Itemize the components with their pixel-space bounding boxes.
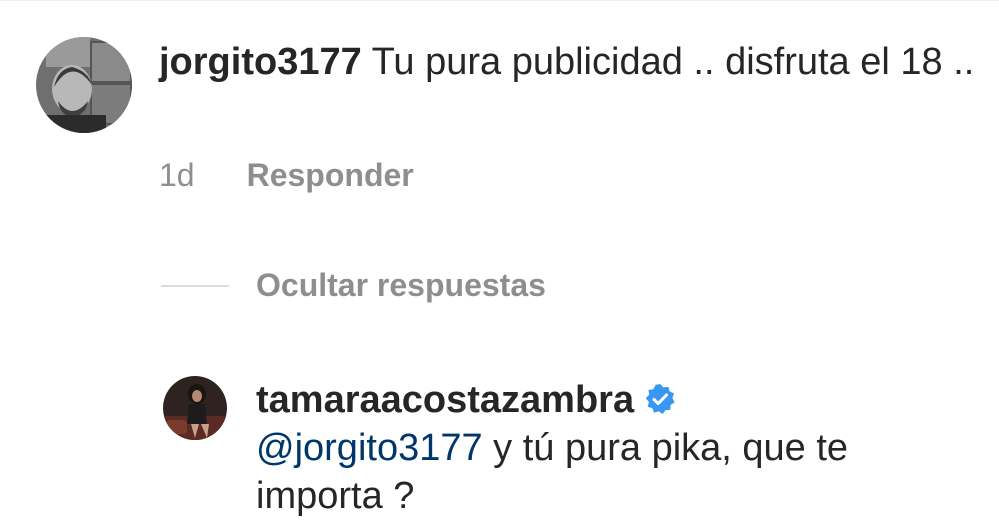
reply-button[interactable]: Responder <box>247 157 414 194</box>
hide-replies-label: Ocultar respuestas <box>256 267 546 303</box>
replies-divider <box>161 284 229 287</box>
top-divider <box>0 0 999 1</box>
avatar[interactable] <box>36 37 132 133</box>
comment-timestamp: 1d <box>159 157 195 193</box>
mention-link[interactable]: @jorgito3177 <box>256 427 483 469</box>
comment-username[interactable]: jorgito3177 <box>159 41 362 83</box>
reply-text: tamaraacostazambra @jorgito3177 y tú pur… <box>256 376 976 520</box>
hide-replies-button[interactable]: Ocultar respuestas <box>161 267 546 304</box>
profile-photo-icon <box>36 37 132 133</box>
comment-meta: 1d Responder <box>159 157 414 194</box>
reply-username[interactable]: tamaraacostazambra <box>256 379 634 421</box>
comment-body: Tu pura publicidad .. disfruta el 18 .. <box>361 41 975 83</box>
verified-badge-icon <box>644 379 676 414</box>
comment-text: jorgito3177 Tu pura publicidad .. disfru… <box>159 38 979 86</box>
profile-photo-icon <box>163 376 227 440</box>
avatar[interactable] <box>163 376 227 440</box>
